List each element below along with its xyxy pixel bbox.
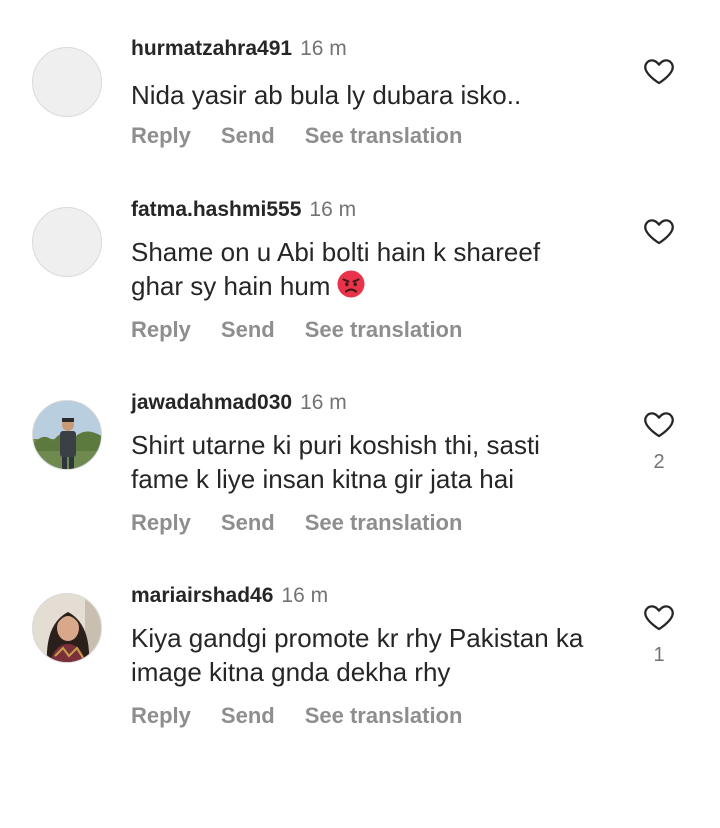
heart-outline-icon[interactable] (642, 600, 676, 634)
send-button[interactable]: Send (221, 703, 275, 729)
comment-text: Nida yasir ab bula ly dubara isko.. (131, 80, 522, 110)
username[interactable]: jawadahmad030 (131, 391, 292, 414)
heart-outline-icon[interactable] (642, 407, 676, 441)
send-button[interactable]: Send (221, 510, 275, 536)
comment-text-line-with-emoji: ghar sy hain hum (131, 269, 641, 307)
comment-text: Shirt utarne ki puri koshish thi, sasti … (131, 428, 641, 496)
timestamp: 16 m (309, 198, 357, 221)
send-button[interactable]: Send (221, 317, 275, 343)
avatar[interactable] (32, 47, 102, 117)
comment-text-line: ghar sy hain hum (131, 271, 331, 301)
reply-button[interactable]: Reply (131, 317, 191, 343)
comment-text-line: Shirt utarne ki puri koshish thi, sasti (131, 430, 540, 460)
reply-button[interactable]: Reply (131, 123, 191, 149)
timestamp: 16 m (300, 391, 347, 414)
comment-actions: Reply Send See translation (131, 510, 462, 539)
comment-list: hurmatzahra491 16 m Nida yasir ab bula ly… (0, 0, 720, 828)
comment-header: fatma.hashmi555 16 m (131, 197, 356, 225)
comment-text-line: Shame on u Abi bolti hain k shareef (131, 237, 541, 267)
comment-text: Kiya gandgi promote kr rhy Pakistan ka i… (131, 621, 641, 689)
username[interactable]: fatma.hashmi555 (131, 198, 301, 221)
heart-outline-icon[interactable] (642, 54, 676, 88)
comment-text-line: fame k liye insan kitna gir jata hai (131, 464, 514, 494)
timestamp: 16 m (300, 37, 347, 60)
comment-text-line: image kitna gnda dekha rhy (131, 657, 451, 687)
send-button[interactable]: Send (221, 123, 275, 149)
comment-header: hurmatzahra491 16 m (131, 36, 347, 64)
comment-actions: Reply Send See translation (131, 703, 462, 732)
see-translation-button[interactable]: See translation (305, 317, 463, 343)
see-translation-button[interactable]: See translation (305, 703, 463, 729)
avatar-photo (33, 401, 101, 469)
like-count[interactable]: 1 (640, 643, 678, 667)
see-translation-button[interactable]: See translation (305, 510, 463, 536)
comment-actions: Reply Send See translation (131, 123, 462, 152)
like-count[interactable]: 2 (640, 450, 678, 474)
angry-face-emoji-icon (336, 269, 366, 307)
comment-text: Shame on u Abi bolti hain k shareef ghar… (131, 235, 641, 307)
timestamp: 16 m (281, 584, 329, 607)
heart-outline-icon[interactable] (642, 214, 676, 248)
comment-actions: Reply Send See translation (131, 317, 462, 346)
comment-header: mariairshad46 16 m (131, 583, 328, 611)
comment-header: jawadahmad030 16 m (131, 390, 347, 418)
avatar-photo (33, 594, 101, 662)
reply-button[interactable]: Reply (131, 510, 191, 536)
see-translation-button[interactable]: See translation (305, 123, 463, 149)
username[interactable]: hurmatzahra491 (131, 37, 292, 60)
avatar[interactable] (32, 207, 102, 277)
avatar[interactable] (32, 400, 102, 470)
avatar[interactable] (32, 593, 102, 663)
reply-button[interactable]: Reply (131, 703, 191, 729)
comment-text-line: Kiya gandgi promote kr rhy Pakistan ka (131, 623, 584, 653)
username[interactable]: mariairshad46 (131, 584, 273, 607)
